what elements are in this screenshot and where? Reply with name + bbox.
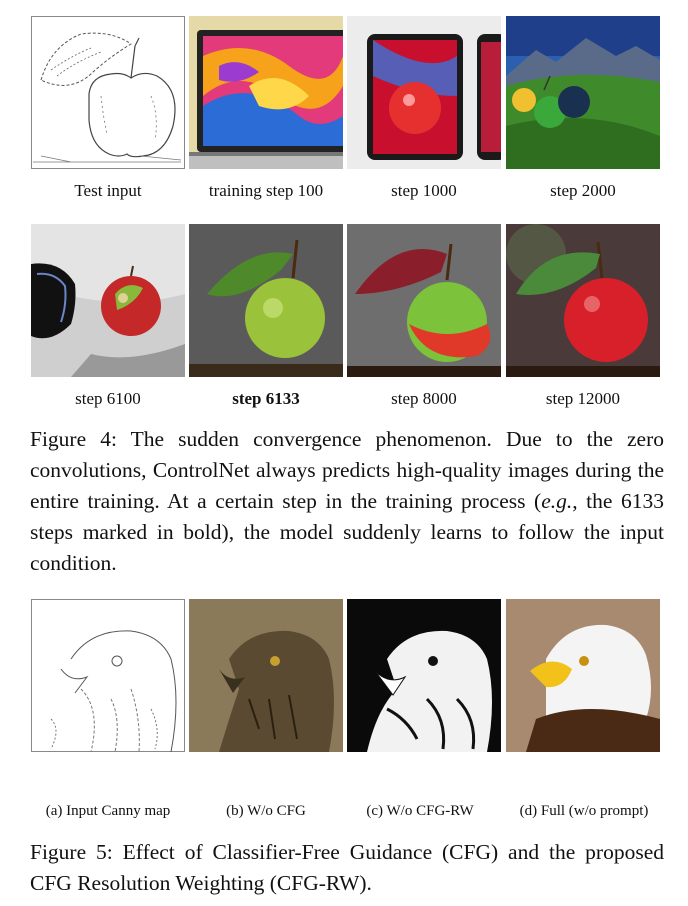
label-step-6133: step 6133 xyxy=(232,389,300,408)
label-step-12000: step 12000 xyxy=(545,389,621,408)
full-eagle-image xyxy=(506,599,660,752)
step-8000-apple-image xyxy=(347,224,501,377)
label-test-input: Test input xyxy=(74,181,142,200)
step-6100-apple-image xyxy=(31,224,185,377)
label-training-step-100: training step 100 xyxy=(208,181,324,200)
label-full-without-prompt: (d) Full (w/o prompt) xyxy=(519,803,649,819)
step-2000-landscape-image xyxy=(506,16,660,169)
label-step-1000: step 1000 xyxy=(391,181,457,200)
step-6133-apple-image xyxy=(189,224,343,377)
label-without-cfg-rw: (c) W/o CFG-RW xyxy=(366,803,474,819)
figure-4-caption-eg: e.g. xyxy=(541,489,573,513)
input-canny-eagle-image xyxy=(31,599,185,752)
without-cfg-eagle-image xyxy=(189,599,343,752)
step-12000-apple-image xyxy=(506,224,660,377)
step-1000-tablet-image xyxy=(347,16,501,169)
label-without-cfg: (b) W/o CFG xyxy=(226,803,306,819)
step-100-laptop-image xyxy=(189,16,343,169)
label-input-canny-map: (a) Input Canny map xyxy=(45,803,171,819)
label-step-8000: step 8000 xyxy=(391,389,457,408)
label-step-2000: step 2000 xyxy=(550,181,616,200)
test-input-canny-apple xyxy=(31,16,185,169)
figure-5-caption: Figure 5: Effect of Classifier-Free Guid… xyxy=(30,840,664,895)
without-cfg-rw-eagle-image xyxy=(347,599,501,752)
figure-4-caption: Figure 4: The sudden convergence phenome… xyxy=(30,424,664,579)
label-step-6100: step 6100 xyxy=(75,389,141,408)
